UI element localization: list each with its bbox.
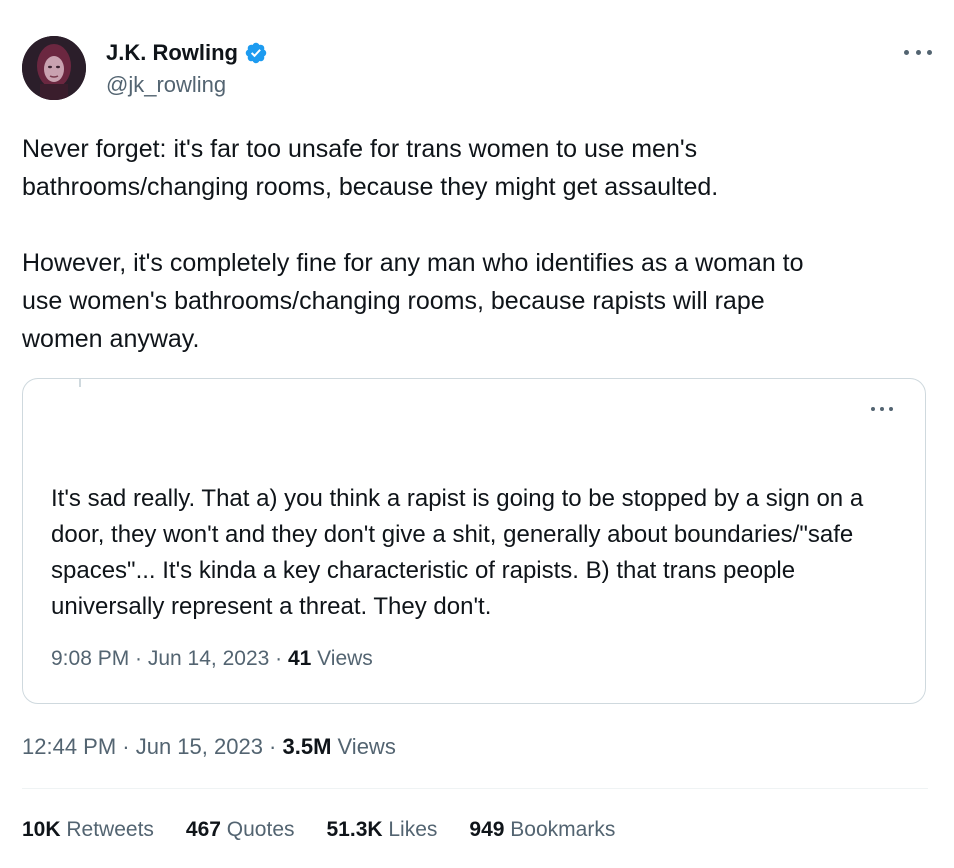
tweet-header: J.K. Rowling @jk_rowling xyxy=(22,36,932,100)
author-handle[interactable]: @jk_rowling xyxy=(106,72,226,98)
quotes-stat[interactable]: 467 Quotes xyxy=(186,818,295,842)
quote-thread-line xyxy=(79,379,81,387)
quote-more-options-icon[interactable] xyxy=(871,405,893,413)
tweet-time[interactable]: 12:44 PM · Jun 15, 2023 · xyxy=(22,734,283,759)
likes-stat[interactable]: 51.3K Likes xyxy=(327,818,438,842)
quoted-tweet-views-count: 41 xyxy=(287,647,312,670)
author-name-line[interactable]: J.K. Rowling xyxy=(106,40,268,66)
likes-count: 51.3K xyxy=(326,818,383,841)
quoted-tweet-views-label: Views xyxy=(311,647,373,670)
bookmarks-stat[interactable]: 949 Bookmarks xyxy=(469,818,615,842)
tweet-views-label: Views xyxy=(331,734,396,759)
quoted-tweet-meta: 9:08 PM · Jun 14, 2023 · 41 Views xyxy=(51,647,373,671)
bookmarks-count: 949 xyxy=(469,818,505,841)
more-options-icon[interactable] xyxy=(904,42,932,62)
author-name[interactable]: J.K. Rowling xyxy=(106,40,238,66)
tweet-text: Never forget: it's far too unsafe for tr… xyxy=(22,135,804,353)
divider xyxy=(22,788,928,789)
verified-badge-icon xyxy=(245,42,267,64)
quoted-tweet-text: It's sad really. That a) you think a rap… xyxy=(51,485,864,620)
bookmarks-label: Bookmarks xyxy=(504,818,616,841)
quoted-tweet[interactable]: It's sad really. That a) you think a rap… xyxy=(22,378,926,704)
quotes-count: 467 xyxy=(185,818,221,841)
avatar-image xyxy=(22,36,86,100)
avatar[interactable] xyxy=(22,36,86,100)
engagement-stats: 10K Retweets 467 Quotes 51.3K Likes 949 … xyxy=(22,818,615,842)
likes-label: Likes xyxy=(382,818,438,841)
retweets-label: Retweets xyxy=(60,818,154,841)
tweet-meta: 12:44 PM · Jun 15, 2023 · 3.5M Views xyxy=(22,734,396,760)
tweet-views-count: 3.5M xyxy=(282,734,332,759)
quotes-label: Quotes xyxy=(220,818,295,841)
retweets-count: 10K xyxy=(22,818,61,841)
retweets-stat[interactable]: 10K Retweets xyxy=(22,818,154,842)
quoted-tweet-time[interactable]: 9:08 PM · Jun 14, 2023 · xyxy=(51,647,288,670)
